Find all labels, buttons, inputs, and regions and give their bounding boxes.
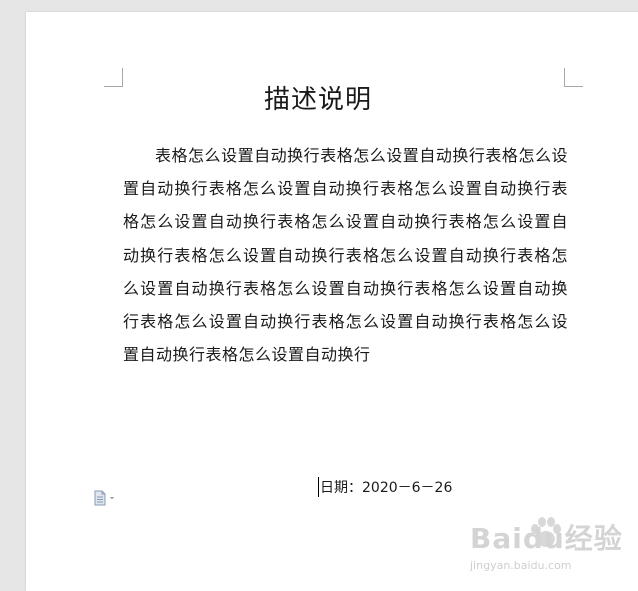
text-cursor [318, 477, 319, 497]
body-paragraph[interactable]: 表格怎么设置自动换行表格怎么设置自动换行表格怎么设置自动换行表格怎么设置自动换行… [123, 139, 568, 371]
document-title[interactable]: 描述说明 [0, 84, 636, 116]
baidu-watermark: Baidu经验 jingyan.baidu.com [470, 511, 630, 581]
watermark-brand: Baidu经验 [470, 522, 623, 555]
date-text[interactable]: 日期：2020－6－26 [320, 477, 452, 497]
watermark-url: jingyan.baidu.com [470, 559, 572, 572]
paste-options-button[interactable] [92, 490, 118, 506]
paste-options-icon [94, 490, 114, 506]
date-line[interactable]: 日期：2020－6－26 [318, 476, 452, 498]
